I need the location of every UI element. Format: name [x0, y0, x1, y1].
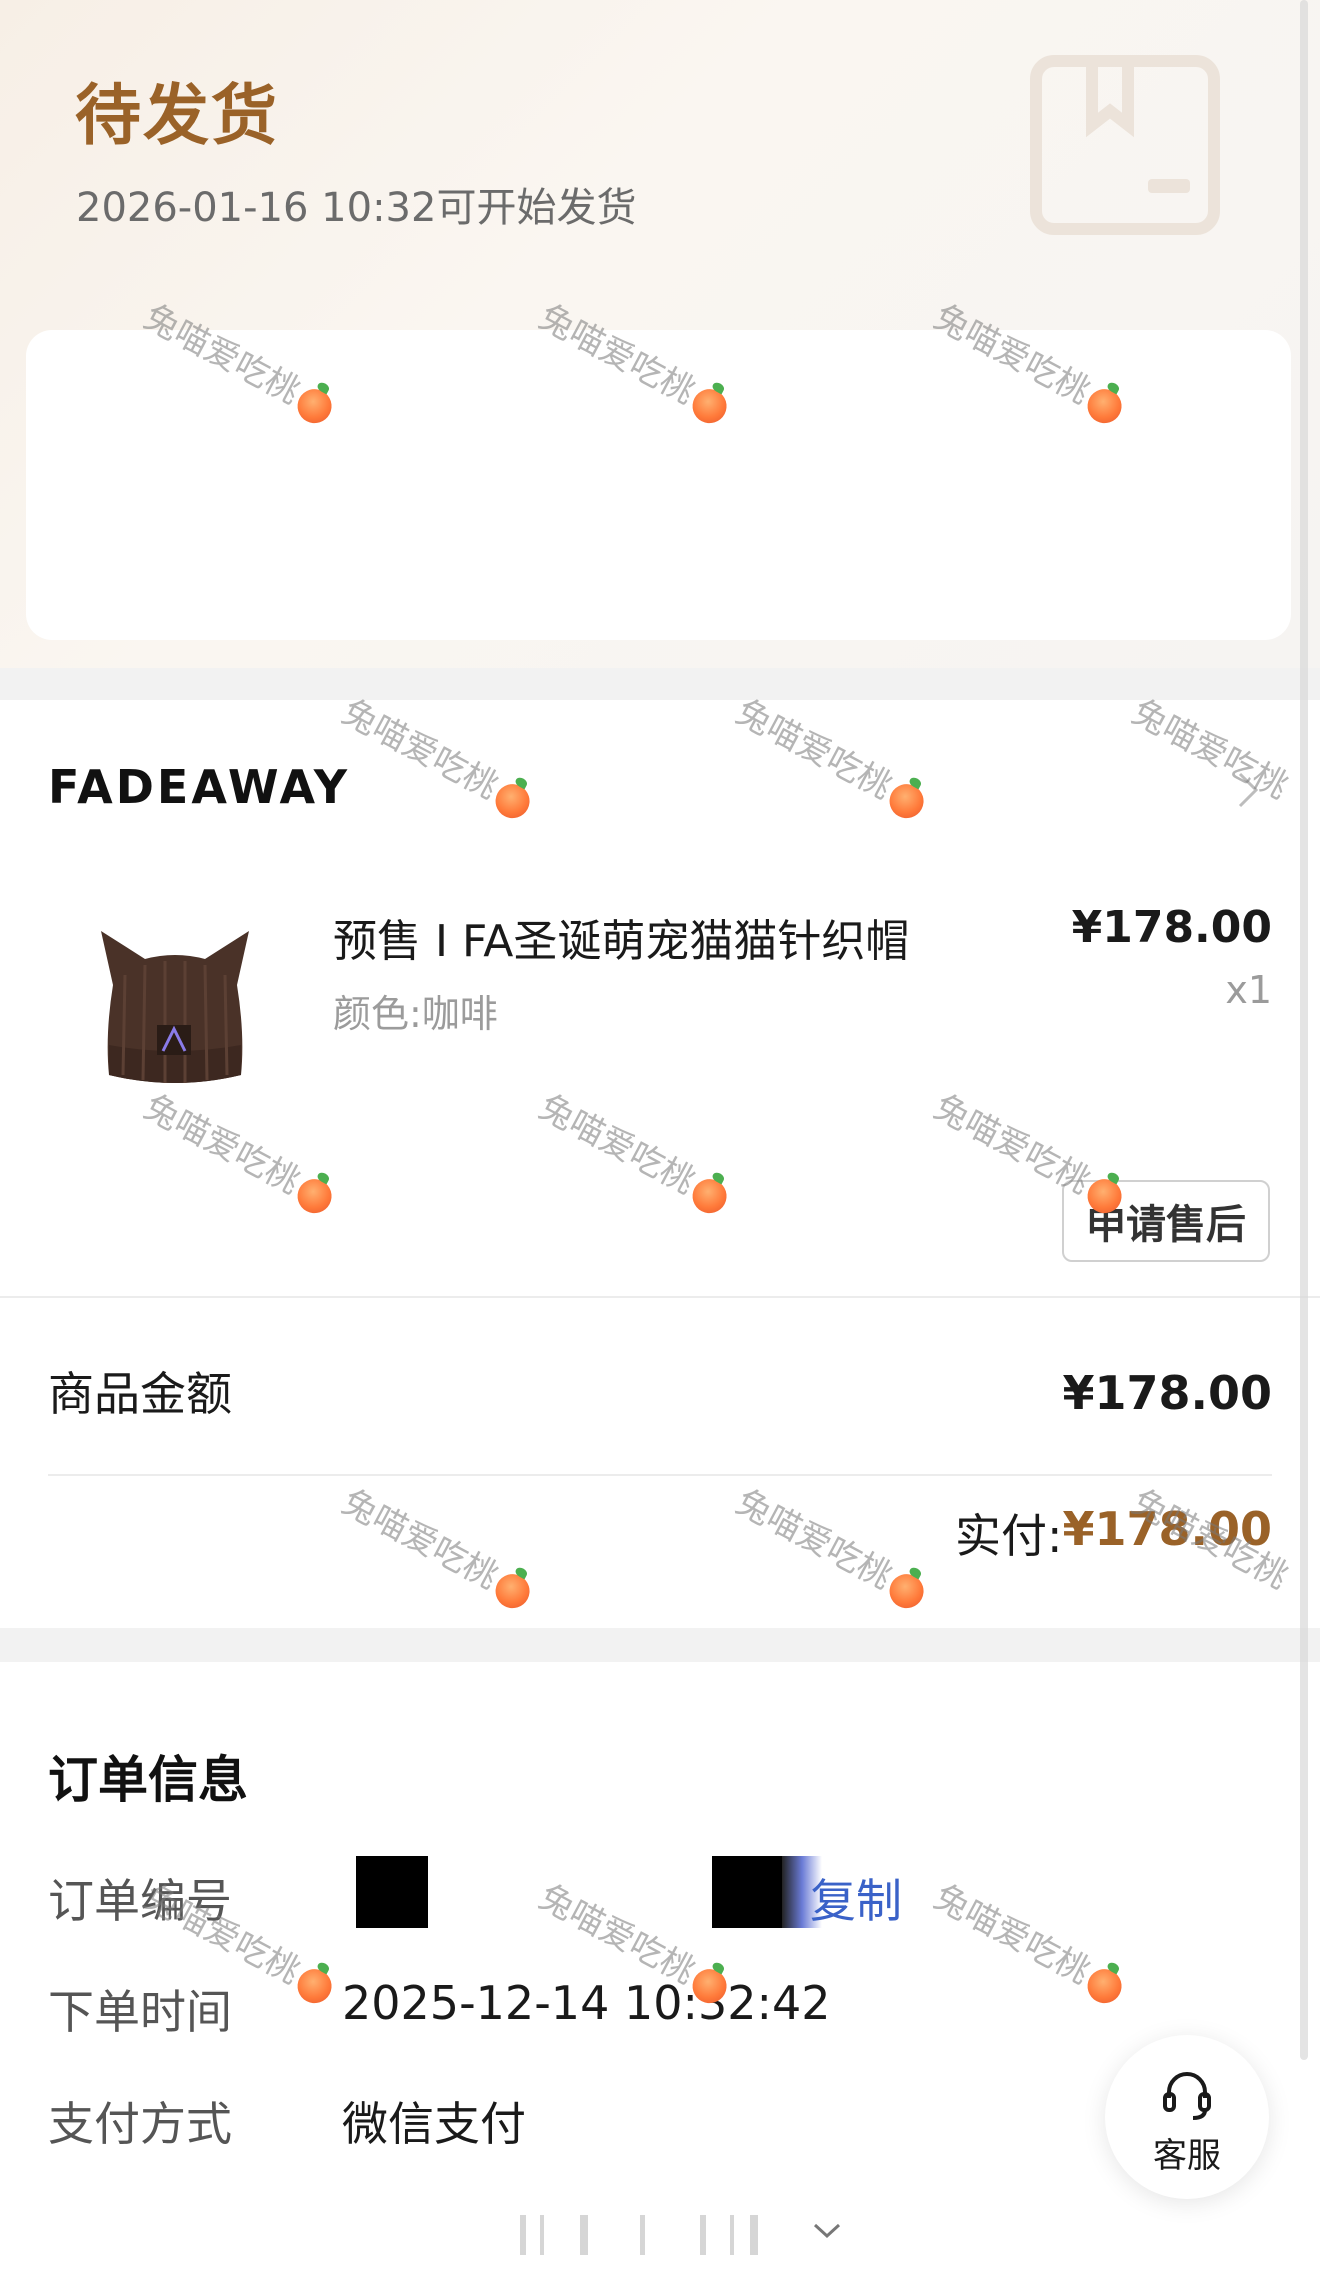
- customer-service-label: 客服: [1153, 2136, 1221, 2176]
- headset-icon: [1163, 2072, 1211, 2120]
- watermark: 兔喵爱吃桃: [137, 1080, 344, 1221]
- scrollbar[interactable]: [1300, 0, 1308, 2060]
- payment-method-value: 微信支付: [342, 2097, 526, 2151]
- section-separator: [0, 1628, 1320, 1662]
- chevron-right-icon[interactable]: [1236, 770, 1260, 810]
- watermark: 兔喵爱吃桃: [729, 685, 936, 826]
- paid-value: ¥178.00: [1062, 1502, 1272, 1556]
- watermark: 兔喵爱吃桃: [927, 1870, 1134, 2011]
- order-status-title: 待发货: [75, 77, 279, 154]
- package-icon: [1030, 55, 1220, 235]
- divider: [0, 1296, 1320, 1298]
- goods-amount-value: ¥178.00: [1062, 1366, 1272, 1420]
- redaction-block: [356, 1856, 428, 1928]
- order-time-value: 2025-12-14 10:32:42: [342, 1976, 831, 2030]
- order-time-label: 下单时间: [48, 1985, 232, 2039]
- blank-info-card: [26, 330, 1291, 640]
- chevron-down-icon[interactable]: [812, 2222, 842, 2240]
- watermark: 兔喵爱吃桃: [335, 1475, 542, 1616]
- order-info-title: 订单信息: [48, 1751, 248, 1809]
- payment-method-label: 支付方式: [48, 2097, 232, 2151]
- order-number-label: 订单编号: [48, 1874, 232, 1928]
- watermark: 兔喵爱吃桃: [532, 1080, 739, 1221]
- copy-order-number-link[interactable]: 复制: [810, 1865, 902, 1931]
- watermark: 兔喵爱吃桃: [335, 685, 542, 826]
- order-status-subtitle: 2026-01-16 10:32可开始发货: [76, 185, 637, 231]
- product-quantity: x1: [1225, 968, 1272, 1012]
- product-price: ¥178.00: [1071, 902, 1272, 953]
- after-sale-button[interactable]: 申请售后: [1062, 1180, 1270, 1262]
- section-separator: [0, 668, 1320, 700]
- store-name[interactable]: FADEAWAY: [48, 760, 350, 814]
- product-title[interactable]: 预售 I FA圣诞萌宠猫猫针织帽: [333, 905, 909, 969]
- product-image[interactable]: [95, 925, 255, 1095]
- watermark: 兔喵爱吃桃: [1125, 692, 1295, 808]
- paid-label: 实付:: [955, 1509, 1063, 1563]
- redaction-block: [712, 1856, 782, 1928]
- truncated-barcode: [520, 2215, 758, 2255]
- watermark: 兔喵爱吃桃: [729, 1475, 936, 1616]
- divider: [48, 1474, 1272, 1476]
- goods-amount-label: 商品金额: [48, 1367, 232, 1421]
- product-spec: 颜色:咖啡: [333, 992, 498, 1036]
